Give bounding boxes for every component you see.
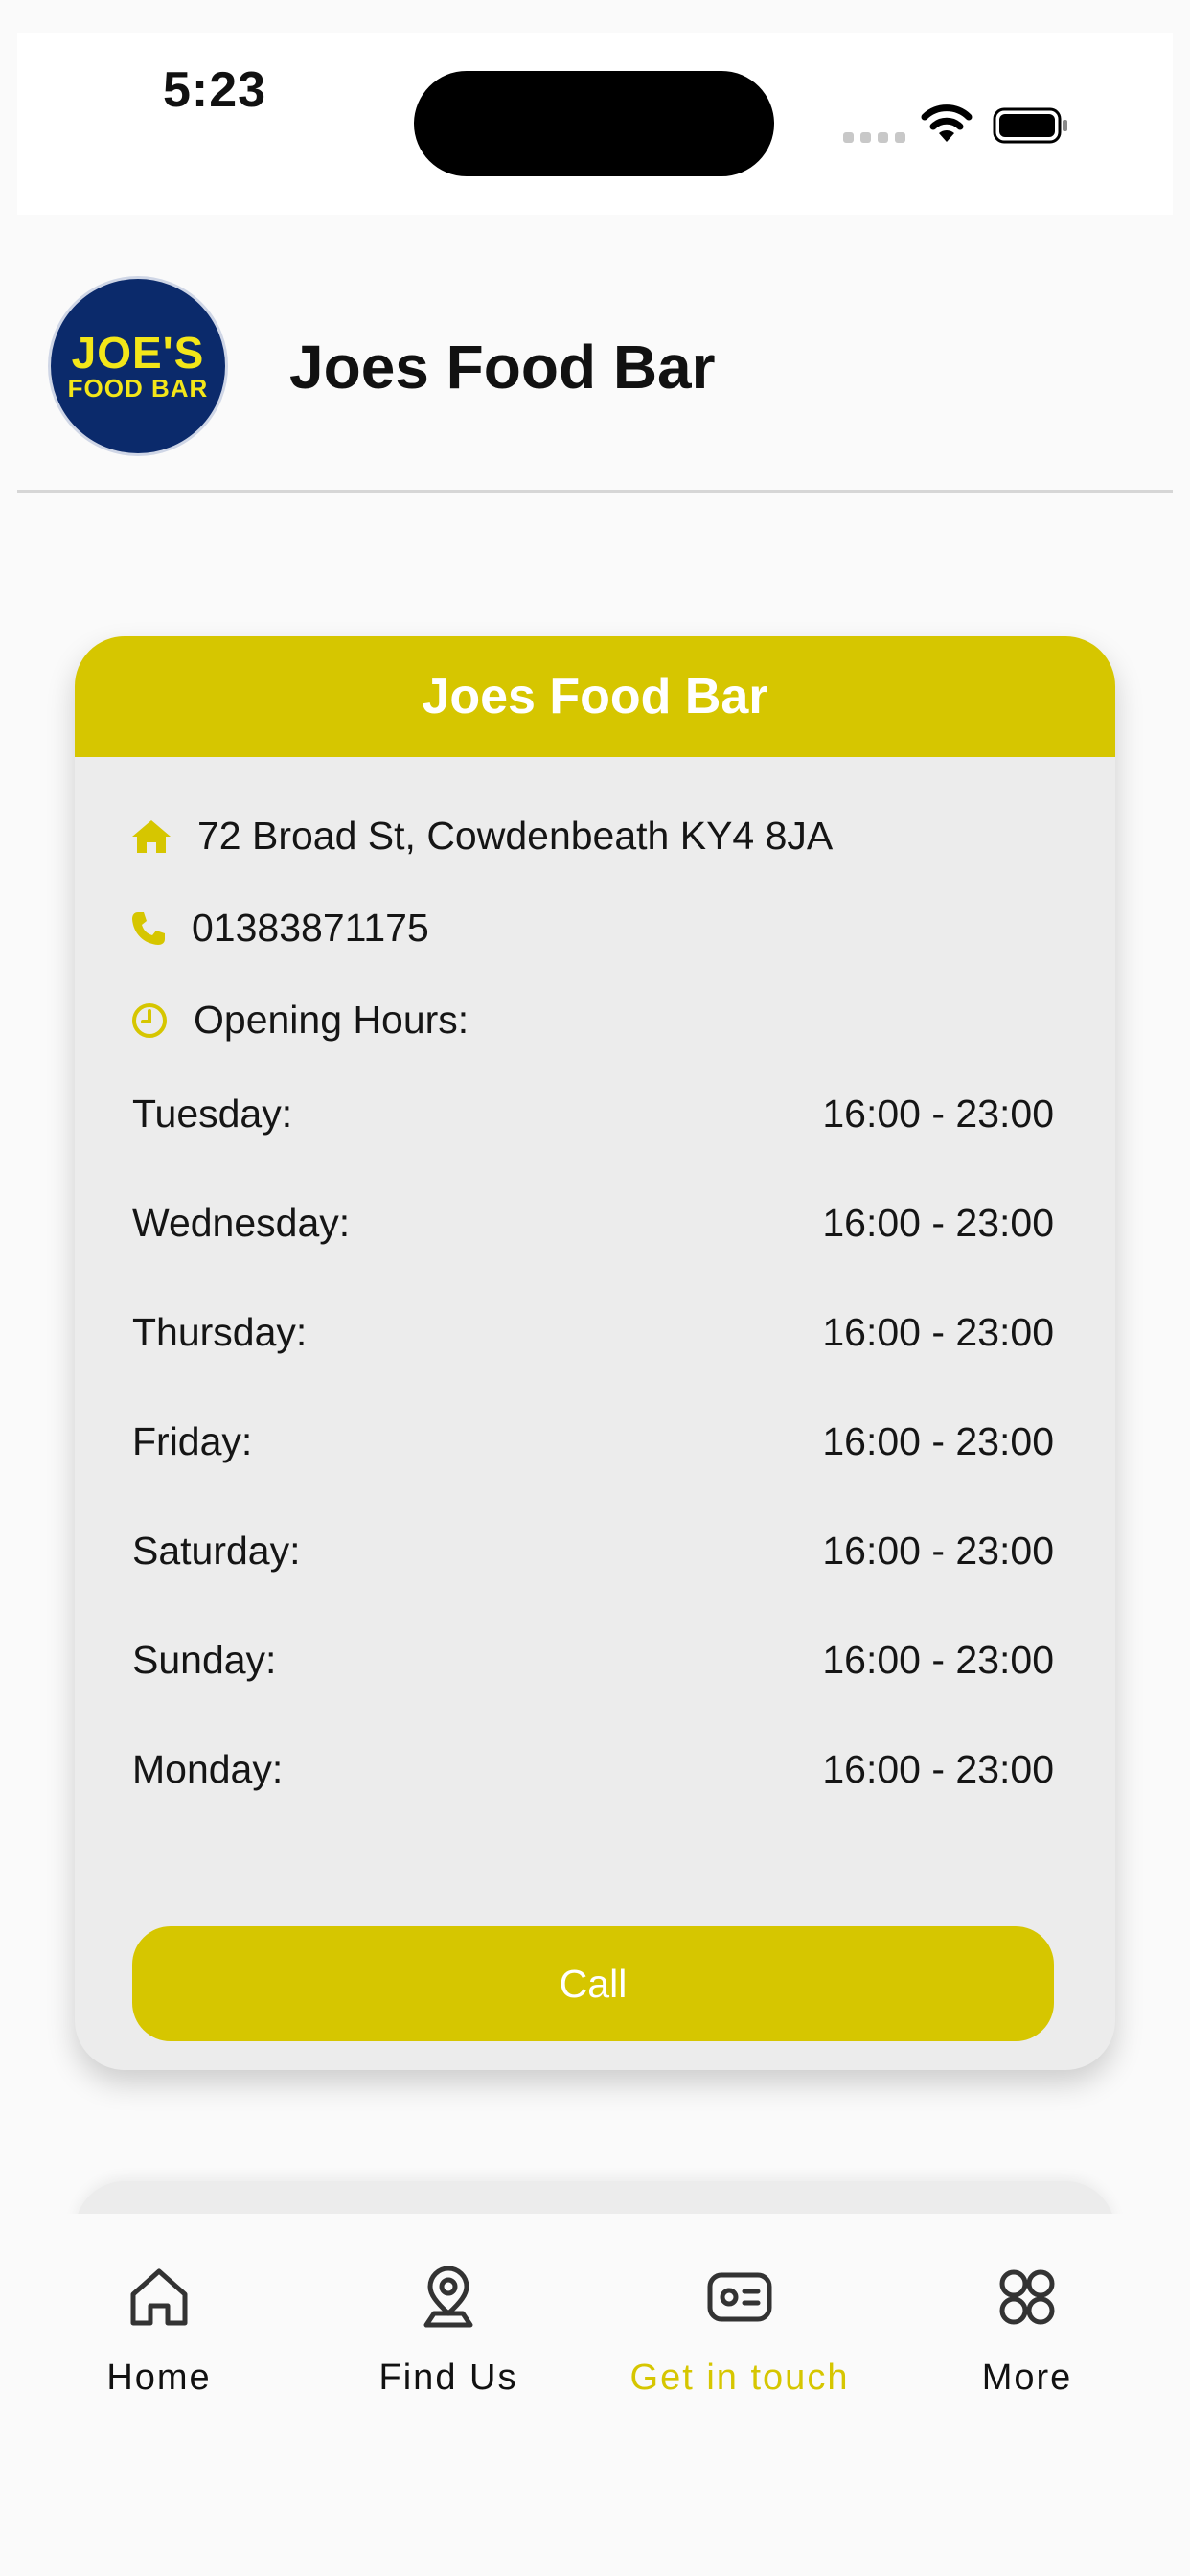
hours-day: Friday: — [132, 1419, 253, 1463]
hours-row: Tuesday: 16:00 - 23:00 — [132, 1092, 1054, 1137]
phone-row: 01383871175 — [130, 906, 429, 951]
hours-time: 16:00 - 23:00 — [822, 1419, 1054, 1463]
hours-row: Wednesday: 16:00 - 23:00 — [132, 1201, 1054, 1246]
hours-row: Monday: 16:00 - 23:00 — [132, 1747, 1054, 1792]
screen: 5:23 JOE'S FOOD BAR Joes Food Bar Joes F… — [0, 0, 1190, 2576]
nav-label-find-us: Find Us — [378, 2358, 518, 2398]
card-header: Joes Food Bar — [75, 636, 1115, 757]
hours-day: Monday: — [132, 1747, 284, 1791]
hours-row: Sunday: 16:00 - 23:00 — [132, 1638, 1054, 1683]
status-time: 5:23 — [163, 62, 267, 118]
hours-row: Thursday: 16:00 - 23:00 — [132, 1310, 1054, 1355]
hours-time: 16:00 - 23:00 — [822, 1747, 1054, 1791]
nav-label-home: Home — [106, 2358, 212, 2398]
hours-row: Friday: 16:00 - 23:00 — [132, 1419, 1054, 1464]
opening-hours-row: Opening Hours: — [130, 998, 469, 1043]
hours-day: Thursday: — [132, 1310, 308, 1354]
wifi-icon — [921, 104, 973, 142]
phone-icon — [132, 911, 165, 945]
card-title: Joes Food Bar — [422, 669, 768, 724]
nav-item-find-us[interactable]: Find Us — [324, 2262, 573, 2399]
bottom-nav: Home Find Us Get in touch More — [17, 2214, 1173, 2576]
hours-time: 16:00 - 23:00 — [822, 1310, 1054, 1354]
battery-icon — [993, 107, 1067, 144]
hours-time: 16:00 - 23:00 — [822, 1092, 1054, 1136]
address-text: 72 Broad St, Cowdenbeath KY4 8JA — [197, 814, 834, 858]
call-button[interactable]: Call — [132, 1926, 1054, 2041]
phone-number[interactable]: 01383871175 — [192, 906, 429, 951]
hours-time: 16:00 - 23:00 — [822, 1529, 1054, 1573]
hours-day: Tuesday: — [132, 1092, 293, 1136]
nav-item-more[interactable]: More — [903, 2262, 1152, 2399]
grid-icon — [999, 2269, 1055, 2325]
contact-card-icon — [707, 2272, 772, 2322]
nav-item-home[interactable]: Home — [34, 2262, 284, 2399]
cellular-signal-icon — [843, 132, 905, 143]
clock-icon — [132, 1002, 167, 1038]
hours-row: Saturday: 16:00 - 23:00 — [132, 1529, 1054, 1574]
restaurant-logo: JOE'S FOOD BAR — [48, 276, 228, 456]
location-pin-icon — [423, 2266, 473, 2328]
home-icon — [132, 819, 171, 853]
nav-label-get-in-touch: Get in touch — [629, 2358, 850, 2398]
nav-label-more: More — [981, 2358, 1073, 2398]
app-header: JOE'S FOOD BAR Joes Food Bar — [17, 247, 1173, 493]
header-title: Joes Food Bar — [289, 333, 716, 402]
hours-day: Saturday: — [132, 1529, 301, 1573]
hours-time: 16:00 - 23:00 — [822, 1638, 1054, 1682]
address-row: 72 Broad St, Cowdenbeath KY4 8JA — [130, 814, 833, 859]
opening-hours-label: Opening Hours: — [194, 998, 469, 1042]
dynamic-island — [414, 71, 774, 176]
nav-item-get-in-touch[interactable]: Get in touch — [615, 2262, 864, 2399]
home-icon — [130, 2268, 188, 2326]
hours-time: 16:00 - 23:00 — [822, 1201, 1054, 1245]
hours-day: Sunday: — [132, 1638, 277, 1682]
contact-card: Joes Food Bar 72 Broad St, Cowdenbeath K… — [75, 636, 1115, 2070]
hours-day: Wednesday: — [132, 1201, 351, 1245]
